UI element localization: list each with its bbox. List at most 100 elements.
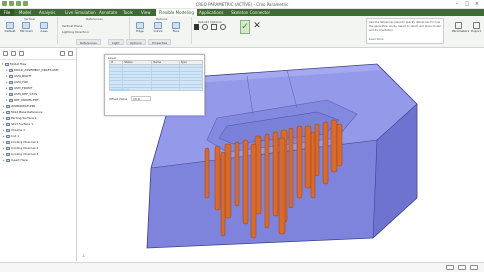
feature-icon <box>9 86 13 90</box>
ejector-pin[interactable] <box>264 133 270 229</box>
tab-view[interactable]: View <box>138 9 154 16</box>
tab-references[interactable]: References <box>76 39 101 45</box>
tree-root[interactable]: ▾ Model Tree <box>2 62 26 67</box>
tree-item[interactable]: ▸ Volume 1 <box>3 128 25 133</box>
ejector-pin[interactable] <box>250 143 257 239</box>
tree-item[interactable]: ▸ MOLD_ASSEMBLY_DRAFT.ASM <box>6 68 58 73</box>
info-text: Use the references panel to specify refe… <box>369 21 441 32</box>
offset-input[interactable]: 10.0 <box>131 96 151 101</box>
ejector-pin[interactable] <box>278 137 286 235</box>
feature-icon <box>9 80 13 84</box>
folder-icon[interactable] <box>11 51 16 56</box>
tree-item-label: MOLD_ASSEMBLY_DRAFT.ASM <box>14 68 59 72</box>
model-tree-panel: ▾ Model Tree ▸ MOLD_ASSEMBLY_DRAFT.ASM ▸ ASM_… <box>0 48 77 261</box>
face-button[interactable]: Face <box>170 22 182 36</box>
tab-options[interactable]: Options <box>126 39 146 45</box>
edge-icon <box>136 22 144 29</box>
mirrored-label: Mirrored <box>20 29 33 33</box>
tab-applications[interactable]: Applications <box>196 9 226 16</box>
ejector-pin[interactable] <box>304 125 312 189</box>
ejector-pin[interactable] <box>234 141 240 207</box>
tab-analysis[interactable]: Analysis <box>36 9 58 16</box>
tree-item[interactable]: ▸ WORKPIECE.PRT <box>3 104 35 109</box>
tree-item[interactable]: ▸ Skirt Surface 1 <box>3 122 33 127</box>
tree-item[interactable]: ▸ Mold Base Reference <box>3 110 42 115</box>
face-label: Face <box>172 29 180 33</box>
minimize-button[interactable]: – <box>452 0 462 8</box>
curve-button[interactable]: Curve <box>152 22 164 36</box>
tree-item[interactable]: ▸ Cut 1 <box>3 134 19 139</box>
ejector-pin[interactable] <box>220 151 226 237</box>
edge-button[interactable]: Edge <box>134 22 146 36</box>
ejector-pin[interactable] <box>272 131 279 217</box>
mirror-icon <box>22 22 30 29</box>
tree-item-label: Cooling Channel 1 <box>11 140 39 144</box>
verify-icon[interactable] <box>211 24 217 30</box>
tree-item-label: Model Tree <box>10 62 27 66</box>
tree-item-label: Cut 1 <box>11 134 20 138</box>
smart-select-icon[interactable] <box>470 265 478 270</box>
layer-table: # Status Name Type <box>108 60 204 92</box>
favorites-icon[interactable] <box>19 51 24 56</box>
glasses-icon[interactable] <box>220 24 226 30</box>
tree-item[interactable]: ▸ ASM_DEF_CSYS <box>6 92 37 97</box>
tab-properties[interactable]: Properties <box>148 39 172 45</box>
lighting-direction-field[interactable]: Lighting Direction <box>62 30 89 34</box>
tree-item[interactable]: ▸ Insert Here <box>3 158 28 163</box>
ejector-pin[interactable] <box>296 125 303 199</box>
tree-item[interactable]: ▸ ASM_FRONT <box>6 86 32 91</box>
ejector-pin[interactable] <box>204 147 210 199</box>
axes-button[interactable]: Axes <box>38 22 50 36</box>
tree-item-label: ASM_RIGHT <box>14 74 32 78</box>
tree-item[interactable]: ▸ Parting Surface 1 <box>3 116 37 121</box>
maximize-button[interactable]: □ <box>462 0 472 8</box>
vertical-plane-field[interactable]: Vertical Plane <box>62 24 82 28</box>
export-label: Export <box>471 29 481 33</box>
file-menu[interactable]: File <box>0 9 14 16</box>
export-button[interactable]: Export <box>470 22 482 33</box>
preview-icon[interactable] <box>202 24 208 30</box>
axes-label: Axes <box>40 29 48 33</box>
close-button[interactable]: × <box>472 0 482 8</box>
ok-button[interactable]: ✓ <box>240 20 250 34</box>
ejector-pin[interactable] <box>336 123 343 167</box>
window-title: CREO PARAMETRIC (ACTIVE) - Creo Parametr… <box>195 2 289 7</box>
tab-light[interactable]: Light <box>108 39 124 45</box>
table-cell <box>178 87 204 92</box>
mirrored-button[interactable]: Mirrored <box>20 22 33 36</box>
tab-flexible-modeling[interactable]: Flexible Modeling <box>156 9 197 16</box>
tree-item[interactable]: ▸ Cooling Channel 2 <box>3 146 38 151</box>
show-icon[interactable] <box>68 51 73 56</box>
tab-annotate[interactable]: Annotate <box>96 9 120 16</box>
edge-label: Edge <box>136 29 144 33</box>
filter-icon[interactable] <box>446 265 454 270</box>
ejector-pin[interactable] <box>322 121 329 185</box>
tree-item-label: ASM_DEF_CSYS <box>14 92 38 96</box>
pause-icon[interactable] <box>194 24 199 30</box>
tab-live-simulation[interactable]: Live Simulation <box>62 9 99 16</box>
layer-dialog: Layer # Status Name Type Offset Value 10… <box>104 54 205 116</box>
default-button[interactable]: Default <box>4 22 16 36</box>
ejector-pin[interactable] <box>330 119 338 173</box>
tree-item[interactable]: ▸ Cooling Channel 3 <box>3 152 38 157</box>
tab-model[interactable]: Model <box>16 9 34 16</box>
tab-skeleton-connector[interactable]: Skeleton Connector <box>228 9 273 16</box>
parameters-button[interactable]: Parameters <box>452 22 469 33</box>
curve-label: Curve <box>153 29 163 33</box>
tree-icon[interactable] <box>3 51 8 56</box>
tree-item[interactable]: ▸ ASM_TOP <box>6 80 28 85</box>
tab-tools[interactable]: Tools <box>120 9 136 16</box>
selection-icon[interactable] <box>458 265 466 270</box>
tree-item[interactable]: ▸ ASM_RIGHT <box>6 74 31 79</box>
settings-icon[interactable] <box>60 51 65 56</box>
cancel-button[interactable]: ✕ <box>252 20 262 34</box>
ejector-pin[interactable] <box>242 139 249 225</box>
tree-item[interactable]: ▸ Cooling Channel 1 <box>3 140 38 145</box>
ejector-pin[interactable] <box>214 145 221 211</box>
ejector-pin[interactable] <box>224 143 232 219</box>
ejector-pin[interactable] <box>288 127 294 209</box>
ejector-pin[interactable] <box>310 131 316 199</box>
tree-item[interactable]: ▸ REF_MODEL.PRT <box>6 98 39 103</box>
learn-more-link[interactable]: Learn More <box>369 38 384 42</box>
ejector-pin[interactable] <box>314 123 320 177</box>
